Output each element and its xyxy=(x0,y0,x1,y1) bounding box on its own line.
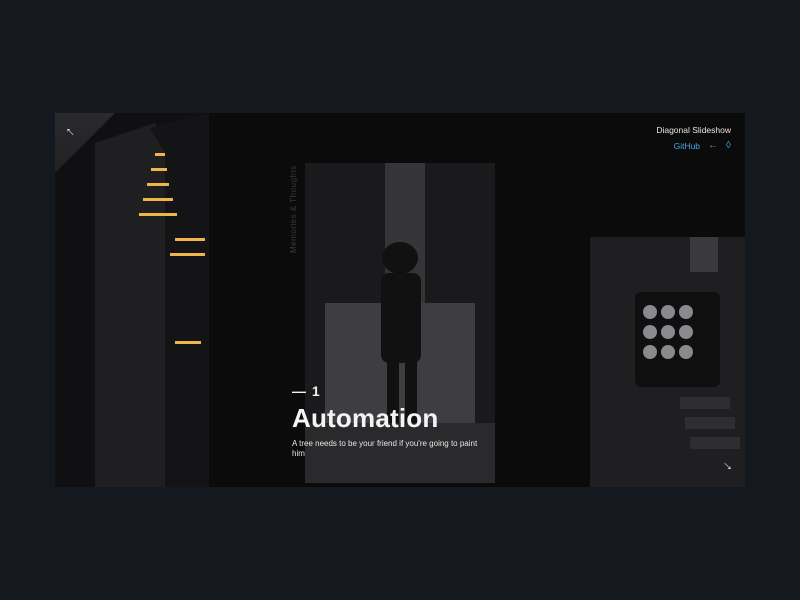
slideshow-frame: ↑ Memories & Thoughts ↑ Diagonal Slidesh… xyxy=(55,113,745,487)
brand-title: Diagonal Slideshow xyxy=(656,125,731,135)
brand-links: GitHub ← ◊ xyxy=(656,141,731,152)
slide-image-cockpit[interactable]: ↑ xyxy=(590,237,745,487)
slide-image-silhouette[interactable] xyxy=(305,163,495,483)
slide-image-building[interactable]: ↑ xyxy=(55,113,209,487)
cockpit-illustration xyxy=(590,237,745,487)
github-link[interactable]: GitHub xyxy=(674,141,700,151)
vertical-caption: Memories & Thoughts xyxy=(289,165,298,253)
slide-description: A tree needs to be your friend if you're… xyxy=(292,439,478,458)
drop-icon[interactable]: ◊ xyxy=(726,141,731,151)
building-illustration xyxy=(55,113,209,487)
slide-number: — 1 xyxy=(292,383,321,399)
header-brand: Diagonal Slideshow GitHub ← ◊ xyxy=(656,125,731,151)
silhouette-illustration xyxy=(305,163,495,483)
slide-title[interactable]: Automation xyxy=(292,403,438,434)
arrow-left-icon[interactable]: ← xyxy=(708,141,718,151)
